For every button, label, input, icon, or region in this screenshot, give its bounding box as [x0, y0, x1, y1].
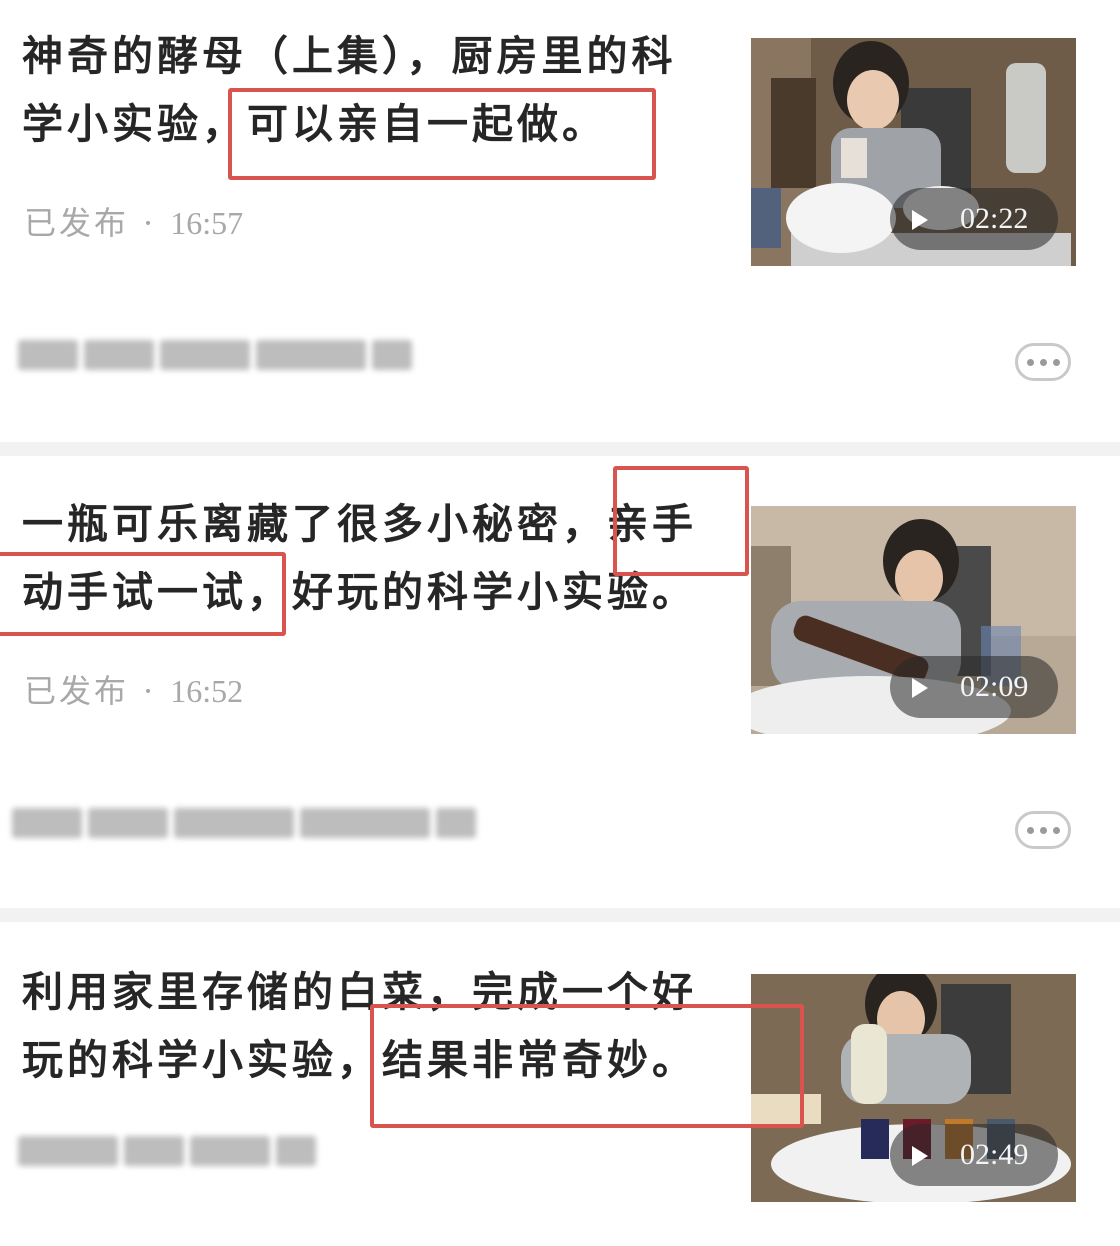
more-dots-icon: [1026, 358, 1034, 366]
video-duration: 02:49: [960, 1138, 1029, 1171]
publish-time: 16:57: [170, 205, 244, 241]
more-options-button[interactable]: [1015, 343, 1071, 381]
meta-separator: ·: [143, 672, 157, 710]
title-line-2: 学小实验，可以亲自一起做。: [22, 100, 607, 148]
publish-time: 16:52: [170, 673, 244, 709]
article-meta: 已发布 · 16:52: [24, 666, 243, 712]
article-title[interactable]: 一瓶可乐离藏了很多小秘密，亲手 动手试一试，好玩的科学小实验。: [22, 490, 742, 626]
article-title[interactable]: 利用家里存储的白菜，完成一个好 玩的科学小实验，结果非常奇妙。: [22, 958, 742, 1094]
more-options-button[interactable]: [1015, 811, 1071, 849]
article-title[interactable]: 神奇的酵母（上集），厨房里的科 学小实验，可以亲自一起做。: [22, 22, 742, 158]
article-meta: 已发布 · 16:57: [24, 198, 243, 244]
article-card-1[interactable]: 神奇的酵母（上集），厨房里的科 学小实验，可以亲自一起做。 已发布 · 16:57 …: [0, 0, 1120, 442]
video-duration-badge: 02:22: [890, 188, 1058, 250]
title-line-1: 一瓶可乐离藏了很多小秘密，亲手: [22, 500, 697, 548]
video-thumbnail[interactable]: 02:09: [751, 506, 1076, 734]
title-line-1: 神奇的酵母（上集），厨房里的科: [22, 32, 677, 80]
video-thumbnail[interactable]: 02:22: [751, 38, 1076, 266]
publish-status: 已发布: [24, 672, 130, 710]
more-dots-icon: [1026, 826, 1034, 834]
meta-separator: ·: [143, 204, 157, 242]
blurred-stats: [18, 340, 418, 384]
video-duration: 02:22: [960, 202, 1029, 235]
title-line-1: 利用家里存储的白菜，完成一个好: [22, 968, 697, 1016]
play-icon: [912, 1146, 928, 1166]
video-duration-badge: 02:09: [890, 656, 1058, 718]
video-thumbnail[interactable]: 02:49: [751, 974, 1076, 1202]
section-separator: [0, 442, 1120, 456]
article-card-3[interactable]: 利用家里存储的白菜，完成一个好 玩的科学小实验，结果非常奇妙。 02:49: [0, 922, 1120, 1246]
title-line-2: 动手试一试，好玩的科学小实验。: [22, 568, 697, 616]
section-separator: [0, 908, 1120, 922]
blurred-stats: [18, 1136, 322, 1180]
video-duration: 02:09: [960, 670, 1029, 703]
play-icon: [912, 210, 928, 230]
publish-status: 已发布: [24, 204, 130, 242]
video-duration-badge: 02:49: [890, 1124, 1058, 1186]
play-icon: [912, 678, 928, 698]
article-card-2[interactable]: 一瓶可乐离藏了很多小秘密，亲手 动手试一试，好玩的科学小实验。 已发布 · 16:5…: [0, 456, 1120, 908]
title-line-2: 玩的科学小实验，结果非常奇妙。: [22, 1036, 697, 1084]
blurred-stats: [12, 808, 482, 852]
